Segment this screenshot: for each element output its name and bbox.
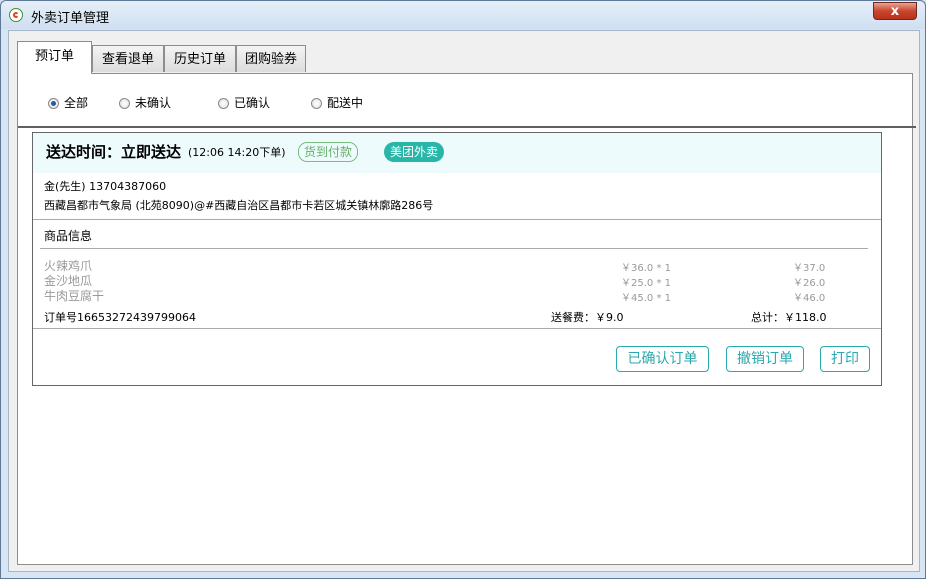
divider bbox=[33, 219, 881, 220]
order-header: 送达时间：立即送达 (12:06 14:20下单) 货到付款 美团外卖 bbox=[33, 133, 881, 173]
item-price-qty: ￥36.0 * 1 bbox=[621, 263, 671, 274]
divider bbox=[40, 248, 868, 249]
platform-badge: 美团外卖 bbox=[384, 142, 445, 162]
filter-confirmed[interactable]: 已确认 bbox=[218, 94, 270, 112]
client-area: 预订单 查看退单 历史订单 团购验券 全部 未确认 已确认 配送中 送达时间：立… bbox=[8, 30, 920, 572]
tab-group-voucher[interactable]: 团购验券 bbox=[236, 45, 306, 72]
filter-unconfirmed[interactable]: 未确认 bbox=[119, 94, 171, 112]
order-total: 总计：￥118.0 bbox=[751, 311, 827, 324]
item-total: ￥46.0 bbox=[793, 293, 826, 304]
filter-delivering[interactable]: 配送中 bbox=[311, 94, 363, 112]
delivery-fee: 送餐费：￥9.0 bbox=[551, 311, 624, 324]
filter-delivering-label: 配送中 bbox=[327, 96, 364, 110]
item-name: 牛肉豆腐干 bbox=[44, 289, 105, 303]
filter-confirmed-label: 已确认 bbox=[234, 96, 271, 110]
payment-method-badge: 货到付款 bbox=[298, 142, 359, 162]
item-price-qty: ￥25.0 * 1 bbox=[621, 278, 671, 289]
title-bar[interactable]: 外卖订单管理 x bbox=[1, 1, 925, 29]
app-logo-icon bbox=[9, 8, 23, 22]
order-card: 送达时间：立即送达 (12:06 14:20下单) 货到付款 美团外卖 金(先生… bbox=[32, 132, 882, 386]
delivery-time-title: 送达时间：立即送达 bbox=[46, 143, 182, 161]
order-number: 订单号16653272439799064 bbox=[44, 311, 196, 324]
items-section-title: 商品信息 bbox=[44, 229, 93, 243]
close-button[interactable]: x bbox=[873, 2, 917, 20]
divider bbox=[18, 126, 916, 128]
customer-info: 金(先生) 13704387060 bbox=[44, 180, 167, 193]
item-price-qty: ￥45.0 * 1 bbox=[621, 293, 671, 304]
filter-all[interactable]: 全部 bbox=[48, 94, 88, 112]
print-button[interactable]: 打印 bbox=[820, 346, 870, 372]
tab-refunds[interactable]: 查看退单 bbox=[92, 45, 164, 72]
app-window: 外卖订单管理 x 预订单 查看退单 历史订单 团购验券 全部 未确认 已确认 配… bbox=[0, 0, 926, 579]
divider bbox=[33, 328, 881, 329]
radio-icon bbox=[218, 98, 229, 109]
filter-all-label: 全部 bbox=[64, 96, 89, 110]
confirmed-order-button[interactable]: 已确认订单 bbox=[616, 346, 709, 372]
tab-preorders[interactable]: 预订单 bbox=[17, 41, 92, 74]
window-title: 外卖订单管理 bbox=[31, 11, 110, 26]
delivery-address: 西藏昌都市气象局 (北苑8090)@#西藏自治区昌都市卡若区城关镇林廓路286号 bbox=[44, 199, 434, 212]
filter-unconfirmed-label: 未确认 bbox=[135, 96, 172, 110]
cancel-order-button[interactable]: 撤销订单 bbox=[726, 346, 804, 372]
item-total: ￥26.0 bbox=[793, 278, 826, 289]
order-time: (12:06 14:20下单) bbox=[188, 146, 286, 159]
tab-panel: 全部 未确认 已确认 配送中 送达时间：立即送达 (12:06 14:20下单)… bbox=[17, 73, 916, 565]
item-total: ￥37.0 bbox=[793, 263, 826, 274]
radio-icon bbox=[48, 98, 59, 109]
radio-icon bbox=[311, 98, 322, 109]
radio-icon bbox=[119, 98, 130, 109]
tab-history[interactable]: 历史订单 bbox=[164, 45, 236, 72]
